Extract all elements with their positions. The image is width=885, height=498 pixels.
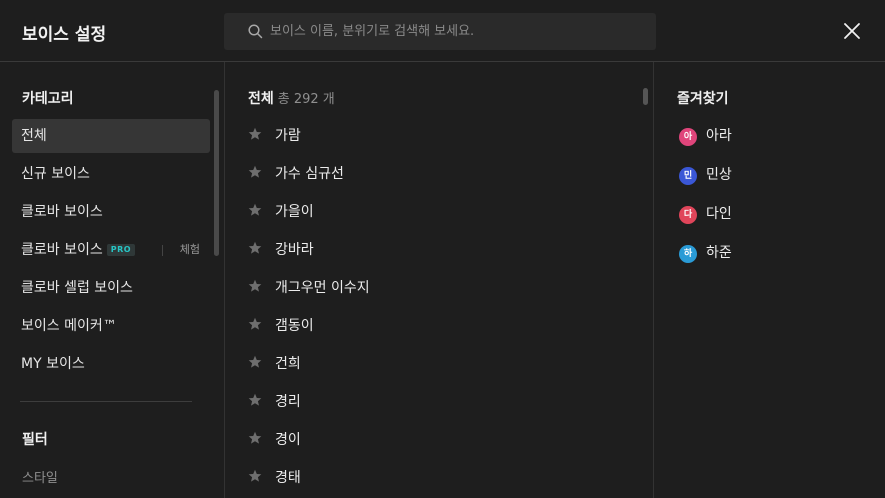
voice-name: 가수 심규선	[275, 166, 344, 182]
pro-badge: PRO	[106, 244, 136, 256]
voice-list-heading: 전체 총 292 개	[248, 88, 335, 108]
filter-heading: 필터	[22, 432, 48, 448]
star-icon[interactable]	[248, 235, 262, 265]
voice-name: 가을이	[275, 204, 314, 220]
category-label: MY 보이스	[21, 356, 85, 372]
voice-name: 경리	[275, 394, 301, 410]
voice-item[interactable]: 건희	[248, 349, 628, 379]
voice-item[interactable]: 갬동이	[248, 311, 628, 341]
voice-name: 건희	[275, 356, 301, 372]
voice-item[interactable]: 개그우먼 이수지	[248, 273, 628, 303]
voice-item[interactable]: 경이	[248, 425, 628, 455]
favorite-name: 민상	[706, 167, 732, 183]
voice-item[interactable]: 강바라	[248, 235, 628, 265]
modal-title: 보이스 설정	[22, 25, 107, 45]
category-heading: 카테고리	[22, 91, 74, 107]
star-icon[interactable]	[248, 273, 262, 303]
category-panel: 카테고리 전체 신규 보이스 클로바 보이스 클로바 보이스 PRO 체험 클로바…	[0, 62, 225, 498]
avatar: 아	[679, 128, 697, 146]
voice-name: 갬동이	[275, 318, 314, 334]
scrollbar[interactable]	[214, 90, 219, 256]
scrollbar[interactable]	[643, 88, 648, 105]
voice-name: 경이	[275, 432, 301, 448]
favorite-name: 다인	[706, 206, 732, 222]
category-item-new-voice[interactable]: 신규 보이스	[12, 157, 210, 191]
category-item-clova-voice[interactable]: 클로바 보이스	[12, 195, 210, 229]
close-icon[interactable]	[842, 21, 862, 41]
category-label: 보이스 메이커™	[21, 318, 117, 334]
category-item-clova-voice-pro[interactable]: 클로바 보이스 PRO 체험	[12, 233, 210, 267]
avatar: 다	[679, 206, 697, 224]
voice-name: 경태	[275, 470, 301, 486]
voice-item[interactable]: 경리	[248, 387, 628, 417]
voice-list-panel: 전체 총 292 개 가람가수 심규선가을이강바라개그우먼 이수지갬동이건희경리경…	[226, 62, 654, 498]
voice-item[interactable]: 가수 심규선	[248, 159, 628, 189]
category-item-clova-celeb-voice[interactable]: 클로바 셀럽 보이스	[12, 271, 210, 305]
voice-name: 개그우먼 이수지	[275, 280, 370, 296]
search-input[interactable]	[270, 13, 640, 50]
category-label: 신규 보이스	[21, 166, 90, 182]
category-label: 클로바 셀럽 보이스	[21, 280, 133, 296]
favorite-item[interactable]: 하 하준	[679, 239, 732, 267]
divider	[20, 401, 192, 402]
favorites-panel: 즐겨찾기 아 아라 민 민상 다 다인 하 하준	[655, 62, 885, 498]
category-label: 클로바 보이스	[21, 242, 103, 258]
avatar: 민	[679, 167, 697, 185]
star-icon[interactable]	[248, 349, 262, 379]
voice-item[interactable]: 가을이	[248, 197, 628, 227]
star-icon[interactable]	[248, 121, 262, 151]
trial-label: 체험	[179, 243, 200, 256]
divider	[162, 245, 163, 256]
category-item-voice-maker[interactable]: 보이스 메이커™	[12, 309, 210, 343]
avatar: 하	[679, 245, 697, 263]
search-icon	[248, 24, 263, 39]
filter-style-label[interactable]: 스타일	[22, 467, 58, 486]
favorites-heading: 즐겨찾기	[677, 91, 729, 107]
star-icon[interactable]	[248, 463, 262, 493]
voice-item[interactable]: 가람	[248, 121, 628, 151]
favorite-name: 아라	[706, 128, 732, 144]
voice-list-title: 전체	[248, 91, 274, 107]
category-item-all[interactable]: 전체	[12, 119, 210, 153]
voice-item[interactable]: 경태	[248, 463, 628, 493]
favorite-item[interactable]: 다 다인	[679, 200, 732, 228]
voice-count: 총 292 개	[277, 92, 335, 107]
category-label: 클로바 보이스	[21, 204, 103, 220]
favorite-item[interactable]: 민 민상	[679, 161, 732, 189]
modal-header: 보이스 설정	[0, 0, 885, 62]
voice-name: 강바라	[275, 242, 314, 258]
star-icon[interactable]	[248, 197, 262, 227]
favorite-item[interactable]: 아 아라	[679, 122, 732, 150]
voice-name: 가람	[275, 128, 301, 144]
star-icon[interactable]	[248, 159, 262, 189]
star-icon[interactable]	[248, 387, 262, 417]
search-box[interactable]	[224, 13, 656, 50]
category-label: 전체	[21, 128, 47, 144]
star-icon[interactable]	[248, 425, 262, 455]
favorite-name: 하준	[706, 245, 732, 261]
category-item-my-voice[interactable]: MY 보이스	[12, 347, 210, 381]
star-icon[interactable]	[248, 311, 262, 341]
